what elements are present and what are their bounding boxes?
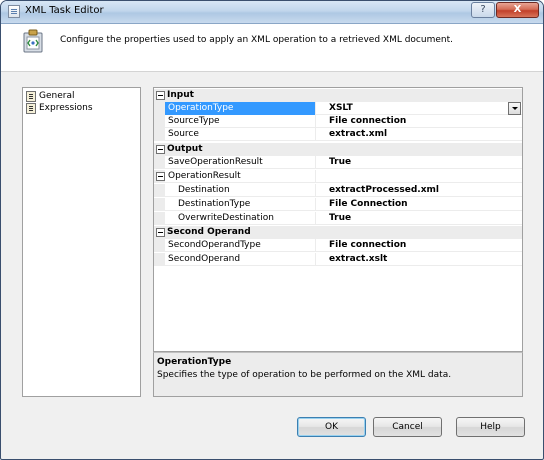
property-name: SecondOperandType	[165, 239, 316, 252]
cancel-button[interactable]: Cancel	[373, 417, 442, 437]
category-label: Input	[167, 90, 194, 100]
collapse-minus-icon[interactable]	[156, 172, 165, 181]
property-name: OperationType	[165, 102, 316, 115]
property-name: Source	[165, 128, 316, 141]
collapse-minus-icon[interactable]	[156, 228, 165, 237]
collapse-minus-icon[interactable]	[156, 91, 165, 100]
property-value[interactable]: extract.xml	[329, 128, 387, 141]
category-label: Output	[167, 144, 203, 154]
category-second-operand[interactable]: Second Operand	[154, 226, 522, 239]
property-name: SecondOperand	[165, 253, 316, 266]
property-name: SourceType	[165, 115, 316, 128]
property-row-secondoperandtype[interactable]: SecondOperandType File connection	[154, 239, 522, 252]
property-row-secondoperand[interactable]: SecondOperand extract.xslt	[154, 253, 522, 266]
chevron-down-icon[interactable]	[508, 102, 521, 115]
title-help-button[interactable]: ?	[471, 2, 495, 18]
nav-item-label: General	[39, 91, 75, 101]
property-name: OperationResult	[165, 170, 316, 183]
property-value[interactable]: File Connection	[329, 198, 408, 211]
property-group-operationresult[interactable]: OperationResult	[154, 170, 522, 183]
property-name: Destination	[165, 184, 316, 197]
property-name: DestinationType	[165, 198, 316, 211]
page-list: General Expressions	[22, 87, 141, 397]
property-description-panel: OperationType Specifies the type of oper…	[153, 352, 523, 397]
nav-item-expressions[interactable]: Expressions	[26, 103, 93, 115]
property-value[interactable]: True	[329, 212, 351, 225]
property-value[interactable]: File connection	[329, 115, 406, 128]
description-title: OperationType	[157, 357, 232, 367]
property-value[interactable]: File connection	[329, 239, 406, 252]
category-label: Second Operand	[167, 227, 251, 237]
header-panel: Configure the properties used to apply a…	[1, 24, 543, 72]
category-input[interactable]: Input	[154, 89, 522, 102]
property-row-operationtype[interactable]: OperationType XSLT	[154, 102, 522, 115]
property-row-destinationtype[interactable]: DestinationType File Connection	[154, 198, 522, 211]
description-text: Specifies the type of operation to be pe…	[157, 370, 452, 380]
property-name: SaveOperationResult	[165, 156, 316, 169]
category-output[interactable]: Output	[154, 143, 522, 156]
property-value[interactable]: XSLT	[329, 102, 353, 115]
property-value[interactable]: extractProcessed.xml	[329, 184, 439, 197]
property-name: OverwriteDestination	[165, 212, 316, 225]
page-icon	[26, 91, 36, 102]
property-row-overwritedestination[interactable]: OverwriteDestination True	[154, 212, 522, 225]
help-button[interactable]: Help	[456, 417, 525, 437]
property-value[interactable]: True	[329, 156, 351, 169]
property-row-saveoperationresult[interactable]: SaveOperationResult True	[154, 156, 522, 169]
xml-task-icon	[23, 29, 43, 53]
property-grid: Input OperationType XSLT SourceType File…	[153, 87, 523, 352]
page-icon	[26, 103, 36, 114]
window-icon	[8, 5, 20, 18]
window-title: XML Task Editor	[25, 5, 104, 16]
nav-item-label: Expressions	[39, 103, 93, 113]
title-bar[interactable]: XML Task Editor ? X	[1, 1, 543, 24]
property-row-sourcetype[interactable]: SourceType File connection	[154, 115, 522, 128]
collapse-minus-icon[interactable]	[156, 145, 165, 154]
property-row-destination[interactable]: Destination extractProcessed.xml	[154, 184, 522, 197]
header-description: Configure the properties used to apply a…	[60, 35, 453, 45]
ok-button[interactable]: OK	[297, 417, 366, 437]
property-row-source[interactable]: Source extract.xml	[154, 128, 522, 141]
nav-item-general[interactable]: General	[26, 91, 75, 103]
close-button[interactable]: X	[496, 2, 539, 18]
property-value[interactable]: extract.xslt	[329, 253, 387, 266]
xml-task-editor-window: XML Task Editor ? X Configure the proper…	[0, 0, 544, 460]
